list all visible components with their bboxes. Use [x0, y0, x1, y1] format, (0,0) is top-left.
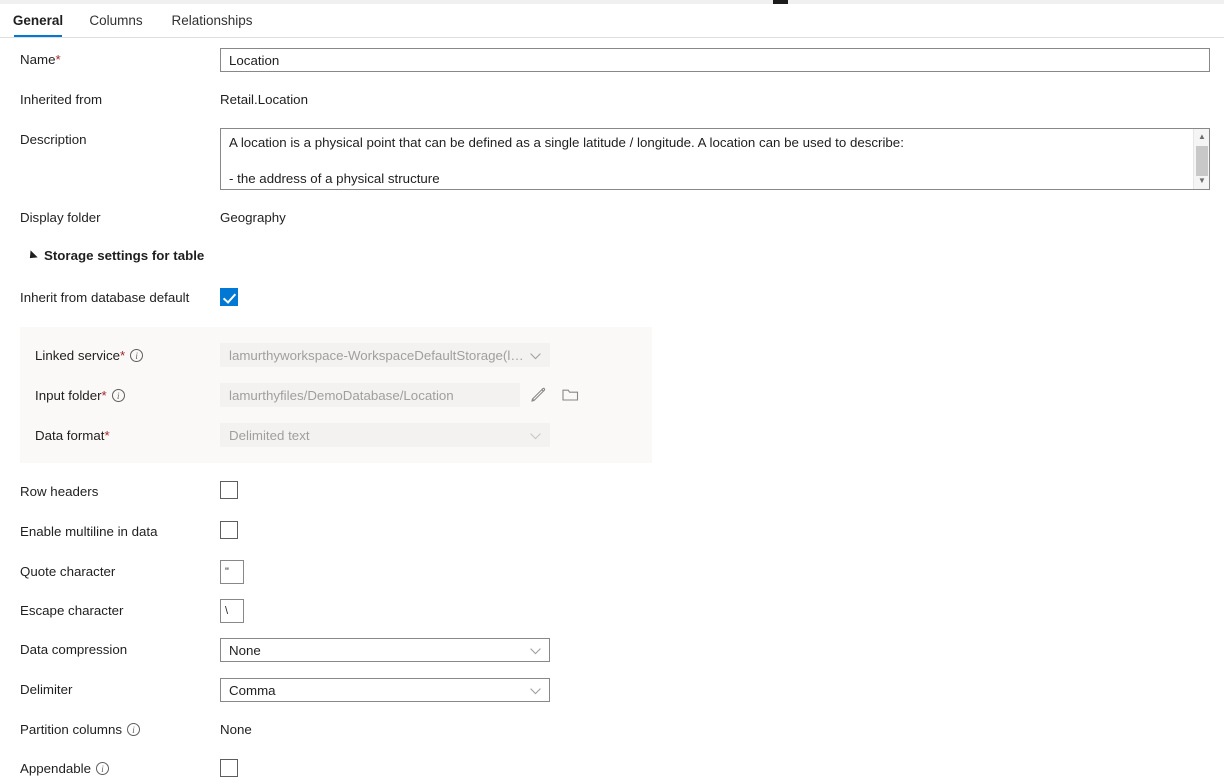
inherit-default-checkbox[interactable] [220, 288, 238, 306]
tab-columns-underline [90, 35, 142, 37]
input-folder-info-icon[interactable] [112, 389, 125, 402]
tab-relationships-underline [170, 35, 254, 37]
data-format-dropdown: Delimited text [220, 423, 550, 447]
tab-relationships-label: Relationships [171, 13, 252, 28]
tab-general-label: General [13, 13, 63, 28]
row-headers-checkbox[interactable] [220, 481, 238, 499]
scrollbar-thumb[interactable] [1196, 146, 1208, 176]
name-label: Name* [20, 52, 61, 68]
escape-character-input[interactable] [220, 599, 244, 623]
chevron-expanded-icon [26, 250, 37, 261]
chevron-down-icon [530, 643, 541, 658]
enable-multiline-label: Enable multiline in data [20, 524, 158, 540]
chevron-down-icon [530, 683, 541, 698]
chevron-down-icon [530, 348, 541, 363]
escape-character-label: Escape character [20, 603, 123, 619]
appendable-checkbox[interactable] [220, 759, 238, 777]
data-compression-label: Data compression [20, 642, 127, 658]
tab-general[interactable]: General [14, 4, 62, 37]
tab-bar: General Columns Relationships [0, 4, 1224, 38]
linked-service-required-asterisk: * [120, 348, 125, 363]
partition-columns-value: None [220, 722, 252, 738]
description-text: A location is a physical point that can … [229, 134, 1187, 188]
linked-service-label: Linked service* [35, 348, 143, 364]
inherited-from-label: Inherited from [20, 92, 102, 108]
tab-relationships[interactable]: Relationships [170, 4, 254, 37]
quote-character-input[interactable] [220, 560, 244, 584]
data-compression-value: None [229, 643, 524, 658]
input-folder-field: lamurthyfiles/DemoDatabase/Location [220, 383, 520, 407]
storage-settings-section-header[interactable]: Storage settings for table [27, 248, 204, 263]
inherit-default-label: Inherit from database default [20, 290, 189, 306]
appendable-label: Appendable [20, 761, 109, 777]
tab-columns-label: Columns [89, 13, 142, 28]
input-folder-required-asterisk: * [102, 388, 107, 403]
display-folder-value: Geography [220, 210, 286, 226]
linked-service-dropdown: lamurthyworkspace-WorkspaceDefaultStorag… [220, 343, 550, 367]
enable-multiline-checkbox[interactable] [220, 521, 238, 539]
display-folder-label: Display folder [20, 210, 101, 226]
storage-settings-label: Storage settings for table [44, 248, 204, 263]
row-headers-label: Row headers [20, 484, 98, 500]
input-folder-label: Input folder* [35, 388, 125, 404]
name-required-asterisk: * [55, 52, 60, 67]
description-textarea[interactable]: A location is a physical point that can … [220, 128, 1210, 190]
quote-character-label: Quote character [20, 564, 115, 580]
description-label: Description [20, 132, 87, 148]
partition-columns-info-icon[interactable] [127, 723, 140, 736]
tab-general-underline [14, 35, 62, 37]
tab-columns[interactable]: Columns [90, 4, 142, 37]
input-folder-value: lamurthyfiles/DemoDatabase/Location [229, 388, 454, 403]
data-format-value: Delimited text [229, 428, 524, 443]
folder-icon[interactable] [562, 387, 579, 407]
data-format-required-asterisk: * [104, 428, 109, 443]
partition-columns-label: Partition columns [20, 722, 140, 738]
name-input[interactable] [220, 48, 1210, 72]
linked-service-value: lamurthyworkspace-WorkspaceDefaultStorag… [229, 348, 524, 363]
scroll-down-icon[interactable]: ▼ [1194, 174, 1210, 188]
appendable-info-icon[interactable] [96, 762, 109, 775]
pencil-icon[interactable] [530, 386, 547, 408]
linked-service-info-icon[interactable] [130, 349, 143, 362]
scroll-up-icon[interactable]: ▲ [1194, 130, 1210, 144]
inherited-from-value: Retail.Location [220, 92, 308, 108]
chevron-down-icon [530, 428, 541, 443]
table-properties-pane: General Columns Relationships Name* Inhe… [0, 0, 1224, 780]
description-scrollbar[interactable]: ▲ ▼ [1193, 129, 1209, 189]
delimiter-dropdown[interactable]: Comma [220, 678, 550, 702]
data-compression-dropdown[interactable]: None [220, 638, 550, 662]
delimiter-label: Delimiter [20, 682, 72, 698]
delimiter-value: Comma [229, 683, 524, 698]
data-format-label: Data format* [35, 428, 110, 444]
